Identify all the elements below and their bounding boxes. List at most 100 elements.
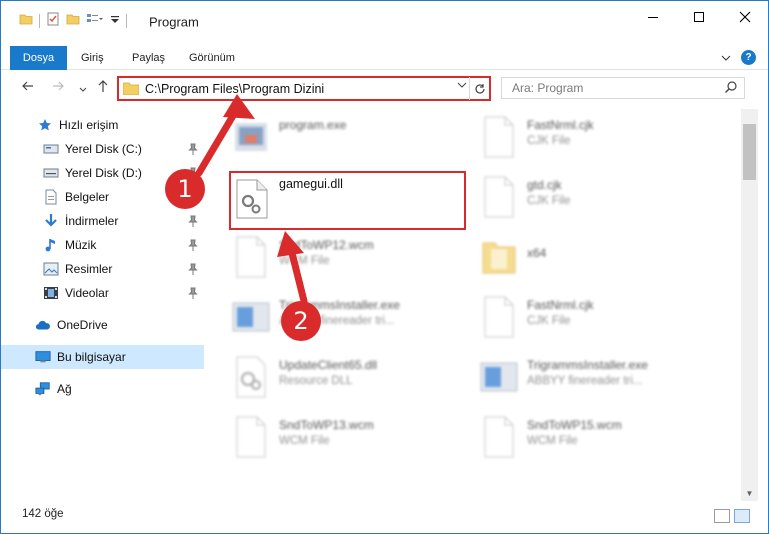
- file-item[interactable]: SndToWP13.wcm WCM File: [209, 409, 449, 465]
- sidebar-item-label: Müzik: [65, 238, 97, 252]
- vertical-scrollbar[interactable]: ▲ ▼: [741, 109, 758, 501]
- help-icon[interactable]: ?: [741, 50, 756, 65]
- large-icons-view-icon[interactable]: [734, 509, 750, 523]
- sidebar-item-this-pc[interactable]: Bu bilgisayar: [1, 345, 204, 369]
- tab-view[interactable]: Görünüm: [189, 46, 235, 70]
- navigation-bar: C:\Program Files\Program Dizini Ara: Pro…: [1, 71, 768, 105]
- music-icon: [43, 237, 59, 253]
- recent-locations-button[interactable]: [79, 81, 87, 97]
- file-type: CJK File: [527, 315, 571, 327]
- refresh-button[interactable]: [469, 77, 489, 100]
- sidebar-item-label: Yerel Disk (C:): [65, 142, 142, 156]
- dll-file-icon: [236, 356, 266, 398]
- file-name: x64: [527, 246, 547, 260]
- forward-button[interactable]: [51, 79, 65, 96]
- file-item[interactable]: UpdateClient65.dll Resource DLL: [209, 349, 449, 405]
- address-bar[interactable]: C:\Program Files\Program Dizini: [117, 76, 491, 101]
- file-type: CJK File: [527, 135, 571, 147]
- download-icon: [43, 213, 59, 229]
- file-name: TrigrammsInstaller.exe: [527, 358, 648, 372]
- pin-icon: [188, 287, 198, 299]
- status-bar: 142 öğe: [1, 504, 768, 530]
- exe-file-icon: [235, 123, 267, 151]
- window-controls: [630, 1, 768, 32]
- search-box[interactable]: Ara: Program: [501, 77, 745, 99]
- step-1-badge: 1: [165, 169, 205, 209]
- sidebar-item-onedrive[interactable]: OneDrive: [1, 313, 204, 337]
- view-options-icon[interactable]: [86, 12, 104, 29]
- file-name: program.exe: [279, 118, 347, 132]
- folder-item[interactable]: x64: [457, 229, 697, 285]
- file-name: FastNrml.cjk: [527, 298, 594, 312]
- up-arrow-icon: [98, 80, 108, 92]
- properties-icon[interactable]: [46, 12, 60, 29]
- file-name: UpdateClient65.dll: [279, 358, 378, 372]
- tab-file[interactable]: Dosya: [10, 46, 67, 70]
- forward-arrow-icon: [53, 81, 64, 91]
- maximize-button[interactable]: [676, 1, 722, 32]
- minimize-button[interactable]: [630, 1, 676, 32]
- sidebar-item-videos[interactable]: Videolar: [1, 281, 204, 305]
- new-folder-icon[interactable]: [66, 12, 80, 29]
- search-icon: [725, 81, 737, 93]
- document-file-icon: [484, 296, 514, 338]
- file-item[interactable]: program.exe: [209, 109, 449, 165]
- sidebar-item-label: OneDrive: [57, 318, 108, 332]
- file-type: ABBYY finereader tri...: [527, 375, 643, 387]
- back-button[interactable]: [21, 79, 35, 96]
- item-count: 142 öğe: [22, 508, 64, 520]
- file-item[interactable]: SndToWP12.wcm WCM File: [209, 229, 449, 285]
- file-type: WCM File: [527, 435, 578, 447]
- file-item[interactable]: SndToWP15.wcm WCM File: [457, 409, 697, 465]
- file-type: CJK File: [527, 195, 571, 207]
- sidebar-item-music[interactable]: Müzik: [1, 233, 204, 257]
- document-file-icon: [484, 416, 514, 458]
- view-toggle: [714, 509, 750, 523]
- document-file-icon: [236, 236, 266, 278]
- highlighted-file-item[interactable]: gamegui.dll: [229, 171, 466, 230]
- customize-toolbar-icon[interactable]: [110, 12, 120, 29]
- sidebar-item-downloads[interactable]: İndirmeler: [1, 209, 204, 233]
- sidebar-item-pictures[interactable]: Resimler: [1, 257, 204, 281]
- exe-file-icon: [480, 362, 518, 392]
- file-name: gamegui.dll: [279, 177, 343, 191]
- close-button[interactable]: [722, 1, 768, 32]
- drive-icon: [43, 165, 59, 181]
- sidebar-item-network[interactable]: Ağ: [1, 377, 204, 401]
- tab-home[interactable]: Giriş: [81, 46, 104, 70]
- folder-icon: [19, 12, 33, 29]
- pin-icon: [188, 215, 198, 227]
- search-placeholder: Ara: Program: [512, 81, 584, 95]
- sidebar-item-disk-c[interactable]: Yerel Disk (C:): [1, 137, 204, 161]
- back-arrow-icon: [22, 81, 33, 91]
- scroll-thumb[interactable]: [743, 124, 756, 180]
- minimize-icon: [648, 16, 658, 18]
- file-item[interactable]: TrigrammsInstaller.exe ABBYY finereader …: [209, 289, 449, 345]
- file-type: Resource DLL: [279, 375, 353, 387]
- sidebar-item-label: Belgeler: [65, 190, 110, 204]
- sidebar-item-label: Bu bilgisayar: [57, 350, 126, 364]
- sidebar-item-label: Yerel Disk (D:): [65, 166, 142, 180]
- file-item[interactable]: FastNrml.cjk CJK File: [457, 289, 697, 345]
- network-icon: [35, 381, 51, 397]
- address-dropdown-icon[interactable]: [457, 81, 467, 92]
- chevron-down-icon: [79, 87, 87, 92]
- scroll-down-icon[interactable]: ▼: [741, 486, 758, 501]
- file-item[interactable]: TrigrammsInstaller.exe ABBYY finereader …: [457, 349, 697, 405]
- close-icon: [739, 11, 751, 22]
- file-item[interactable]: gtd.cjk CJK File: [457, 169, 697, 225]
- expand-ribbon-icon[interactable]: [721, 51, 731, 65]
- up-button[interactable]: [96, 79, 110, 96]
- tab-share[interactable]: Paylaş: [132, 46, 165, 70]
- file-item[interactable]: FastNrml.cjk CJK File: [457, 109, 697, 165]
- cloud-icon: [35, 317, 51, 333]
- document-file-icon: [484, 116, 514, 158]
- sidebar-item-quick-access[interactable]: Hızlı erişim: [1, 113, 204, 137]
- sidebar-item-label: Resimler: [65, 262, 113, 276]
- folder-icon: [482, 242, 516, 274]
- explorer-window: Program Dosya Giriş Paylaş Görünüm ? C:\…: [0, 0, 769, 534]
- details-view-icon[interactable]: [714, 509, 730, 523]
- drive-icon: [43, 141, 59, 157]
- title-bar: Program: [1, 1, 768, 39]
- star-icon: [37, 117, 53, 133]
